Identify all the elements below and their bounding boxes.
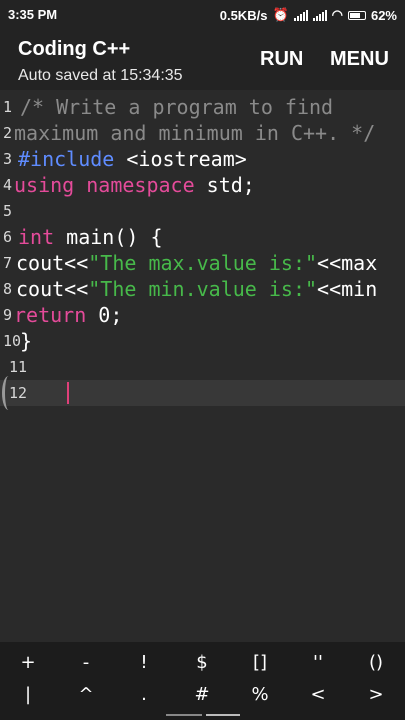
autosave-status: Auto saved at 15:34:35 [18, 67, 183, 84]
code-line: 2 maximum and minimum in C++. */ [0, 120, 405, 146]
signal-icon-2 [312, 9, 327, 21]
code-line: 7 cout<<"The max.value is:"<<max [3, 251, 378, 275]
code-line: 3 #include <iostream> [3, 147, 247, 171]
text-cursor [67, 382, 69, 404]
line-number: 1 [3, 98, 13, 116]
drag-handle[interactable] [2, 376, 15, 410]
symbol-key-pipe[interactable]: | [8, 684, 48, 705]
line-number: 3 [3, 150, 13, 168]
symbol-key-percent[interactable]: % [240, 684, 280, 705]
code-keyword: int [18, 225, 55, 249]
code-keyword: using [14, 173, 75, 197]
code-line: 11 [0, 354, 405, 380]
line-number: 10 [3, 332, 22, 350]
battery-icon [347, 10, 366, 20]
code-comment: maximum and minimum in C++. */ [14, 121, 376, 145]
signal-icon [293, 9, 308, 21]
symbol-toolbar: + - ! $ [] '' () | ^ . # % < > [0, 642, 405, 720]
code-line: 9 return 0; [3, 303, 123, 327]
line-number: 11 [9, 358, 28, 376]
symbol-key-greater-than[interactable]: > [356, 684, 396, 705]
symbol-key-less-than[interactable]: < [298, 684, 338, 705]
line-number: 4 [3, 176, 13, 194]
symbol-key-dollar[interactable]: $ [182, 652, 222, 673]
code-editor[interactable]: 1 /* Write a program to find 2 maximum a… [0, 92, 405, 640]
line-number: 5 [3, 202, 13, 220]
symbol-key-plus[interactable]: + [8, 652, 48, 673]
status-bar: 3:35 PM 0.5KB/s ⏰ ◠ 62% [0, 0, 405, 30]
symbol-key-dot[interactable]: . [124, 684, 164, 705]
code-line: 10 } [3, 329, 33, 353]
run-button[interactable]: RUN [260, 48, 303, 71]
code-line-current: 12 [0, 376, 405, 410]
menu-button[interactable]: MENU [330, 48, 389, 71]
wifi-icon: ◠ [331, 7, 343, 22]
app-title: Coding C++ [18, 38, 131, 60]
symbol-key-exclamation[interactable]: ! [124, 652, 164, 673]
line-number: 8 [3, 280, 13, 298]
net-speed: 0.5KB/s [219, 7, 268, 23]
code-line: 8 cout<<"The min.value is:"<<min [3, 277, 378, 301]
alarm-icon: ⏰ [272, 7, 289, 22]
nav-indicator-active [206, 714, 240, 716]
symbol-key-parentheses[interactable]: () [356, 652, 396, 673]
code-string: "The min.value is:" [88, 277, 318, 301]
code-keyword: namespace [86, 173, 195, 197]
line-number: 6 [3, 228, 13, 246]
app-bar: Coding C++ Auto saved at 15:34:35 RUN ME… [0, 30, 405, 90]
code-comment: /* Write a program to find [20, 95, 334, 119]
symbol-key-quotes[interactable]: '' [298, 652, 338, 673]
nav-indicator [166, 714, 202, 716]
code-line: 1 /* Write a program to find [0, 94, 405, 120]
symbol-key-hash[interactable]: # [182, 684, 222, 705]
code-line: 6 int main() { [3, 225, 163, 249]
symbol-key-caret[interactable]: ^ [66, 684, 106, 705]
code-line: 4 using namespace std; [3, 173, 255, 197]
line-number: 2 [3, 124, 13, 142]
status-time: 3:35 PM [8, 7, 58, 22]
line-number: 7 [3, 254, 13, 272]
code-string: "The max.value is:" [88, 251, 318, 275]
line-number: 9 [3, 306, 13, 324]
code-line: 5 [0, 198, 405, 224]
battery-level: 62% [370, 7, 397, 23]
symbol-key-minus[interactable]: - [66, 652, 106, 673]
code-preprocessor: #include [18, 147, 115, 171]
code-keyword: return [14, 303, 87, 327]
symbol-key-brackets[interactable]: [] [240, 652, 280, 673]
